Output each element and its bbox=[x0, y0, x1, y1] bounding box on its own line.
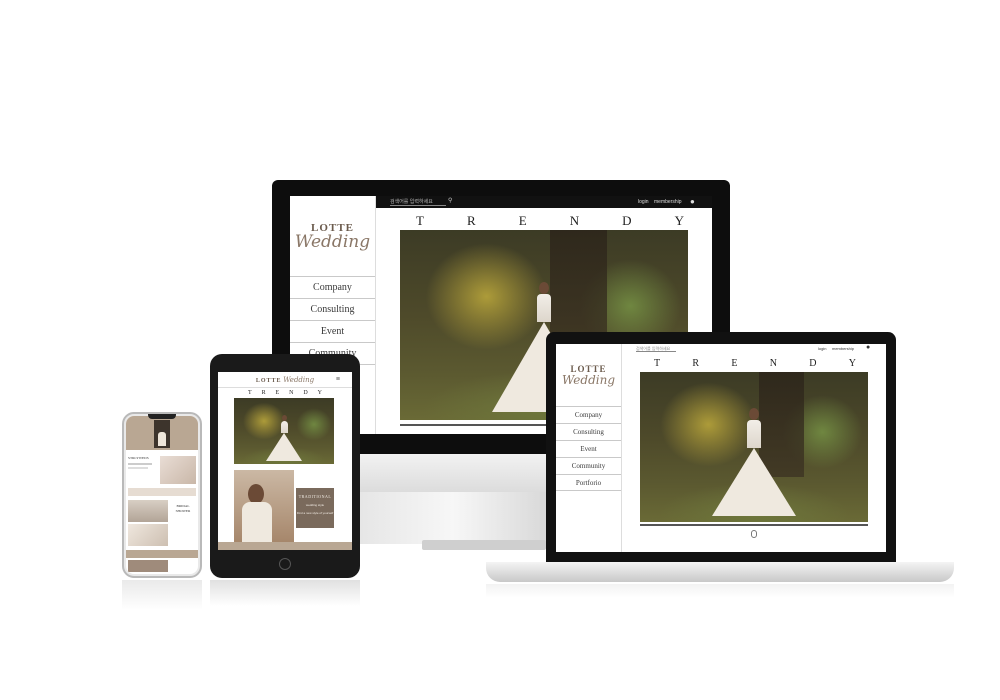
promo-title: TRADITIONAL bbox=[298, 494, 332, 499]
bride-figure bbox=[712, 408, 796, 516]
hero-heading-letter: E bbox=[731, 358, 738, 369]
hero-heading-letter: D bbox=[303, 390, 308, 396]
phone-card-title-2: BRIDAL SHOWER bbox=[175, 504, 191, 513]
hero-heading: T R E N D Y bbox=[248, 390, 322, 396]
hero-heading-letter: D bbox=[622, 213, 632, 228]
tablet-header: LOTTE Wedding ≡ bbox=[218, 372, 352, 388]
promo-subtitle: wedding style bbox=[305, 503, 325, 507]
laptop-topbar: 검색어를 입력하세요 login membership ● bbox=[622, 344, 886, 354]
phone-strip bbox=[128, 488, 196, 496]
promo-photo bbox=[234, 470, 294, 546]
membership-link[interactable]: membership bbox=[832, 346, 854, 351]
hero-heading-letter: Y bbox=[674, 213, 684, 228]
phone-reflection bbox=[122, 580, 202, 610]
hero-heading-letter: E bbox=[275, 390, 280, 396]
hero-photo bbox=[640, 372, 868, 522]
nav-item-event[interactable]: Event bbox=[556, 440, 621, 457]
tablet-home-button[interactable] bbox=[279, 558, 291, 570]
nav-item-consulting[interactable]: Consulting bbox=[290, 298, 375, 320]
nav-item-event[interactable]: Event bbox=[290, 320, 375, 342]
tablet-screen: LOTTE Wedding ≡ T R E N D Y TRADITIONAL … bbox=[218, 372, 352, 550]
phone-hero bbox=[126, 416, 198, 450]
hero-heading-letter: T bbox=[654, 358, 661, 369]
hero-heading-letter: R bbox=[261, 390, 266, 396]
monitor-chin bbox=[360, 454, 546, 492]
monitor-stand bbox=[360, 492, 546, 544]
phone-notch bbox=[148, 414, 176, 419]
logo-script-text: Wedding bbox=[561, 373, 616, 387]
hero-heading-letter: R bbox=[692, 358, 700, 369]
hero-heading-letter: Y bbox=[848, 358, 856, 369]
bride-figure bbox=[266, 415, 302, 462]
promo-note: Find a new style of yourself bbox=[296, 511, 334, 515]
search-input[interactable]: 검색어를 입력하세요 bbox=[636, 346, 676, 352]
monitor-logo[interactable]: LOTTE Wedding bbox=[290, 196, 375, 276]
phone-card[interactable]: STRLYWEDS bbox=[128, 456, 158, 486]
device-mockup-stage: LOTTE Wedding Company Consulting Event C… bbox=[0, 0, 1000, 700]
laptop-base bbox=[486, 562, 954, 582]
nav-item-company[interactable]: Company bbox=[290, 276, 375, 298]
monitor-base bbox=[422, 540, 546, 550]
phone-card-title: STRLYWEDS bbox=[128, 456, 149, 460]
phone-photo-rings bbox=[128, 524, 168, 546]
user-icon[interactable]: ● bbox=[690, 197, 695, 206]
tablet-reflection bbox=[210, 580, 360, 606]
hero-heading-letter: T bbox=[416, 213, 424, 228]
nav-item-community[interactable]: Community bbox=[556, 457, 621, 474]
monitor-topbar: 검색어를 입력하세요 ⚲ login membership ● bbox=[376, 196, 712, 208]
slider-indicator[interactable] bbox=[640, 524, 868, 526]
hero-heading-letter: N bbox=[289, 390, 294, 396]
hero-heading: T R E N D Y bbox=[654, 358, 856, 369]
laptop-logo[interactable]: LOTTE Wedding bbox=[556, 344, 621, 406]
search-input[interactable]: 검색어를 입력하세요 bbox=[390, 198, 446, 206]
logo-script-text: Wedding bbox=[294, 232, 371, 252]
menu-icon[interactable]: ≡ bbox=[336, 372, 340, 388]
laptop-screen: LOTTE Wedding Company Consulting Event C… bbox=[556, 344, 886, 552]
login-link[interactable]: login bbox=[638, 199, 649, 205]
hero-heading: T R E N D Y bbox=[416, 213, 684, 229]
membership-link[interactable]: membership bbox=[654, 199, 682, 205]
tablet-footer-band bbox=[218, 542, 352, 550]
hero-heading-letter: R bbox=[467, 213, 476, 228]
phone-band bbox=[126, 550, 198, 558]
nav-item-consulting[interactable]: Consulting bbox=[556, 423, 621, 440]
hero-heading-letter: Y bbox=[317, 390, 322, 396]
search-icon[interactable]: ⚲ bbox=[448, 197, 452, 204]
hero-heading-letter: T bbox=[248, 390, 252, 396]
phone-screen: STRLYWEDS BRIDAL SHOWER bbox=[126, 416, 198, 574]
phone-photo-bottom bbox=[128, 560, 168, 572]
nav-item-portforio[interactable]: Portforio bbox=[556, 474, 621, 491]
scroll-down-icon[interactable] bbox=[751, 530, 757, 538]
login-link[interactable]: login bbox=[818, 346, 826, 351]
phone-photo-hands bbox=[160, 456, 196, 484]
logo-top-text: LOTTE bbox=[255, 378, 282, 384]
hero-heading-letter: N bbox=[569, 213, 580, 228]
promo-card[interactable]: TRADITIONAL wedding style Find a new sty… bbox=[296, 488, 334, 528]
hero-heading-letter: N bbox=[769, 358, 777, 369]
laptop-sidebar: LOTTE Wedding Company Consulting Event C… bbox=[556, 344, 622, 552]
hero-photo bbox=[234, 398, 334, 464]
nav-item-company[interactable]: Company bbox=[556, 406, 621, 423]
hero-heading-letter: D bbox=[809, 358, 817, 369]
phone-photo-flowers bbox=[128, 500, 168, 522]
user-icon[interactable]: ● bbox=[866, 344, 870, 351]
logo-script-text: Wedding bbox=[283, 376, 315, 384]
hero-heading-letter: E bbox=[518, 213, 527, 228]
laptop-reflection bbox=[486, 584, 954, 598]
